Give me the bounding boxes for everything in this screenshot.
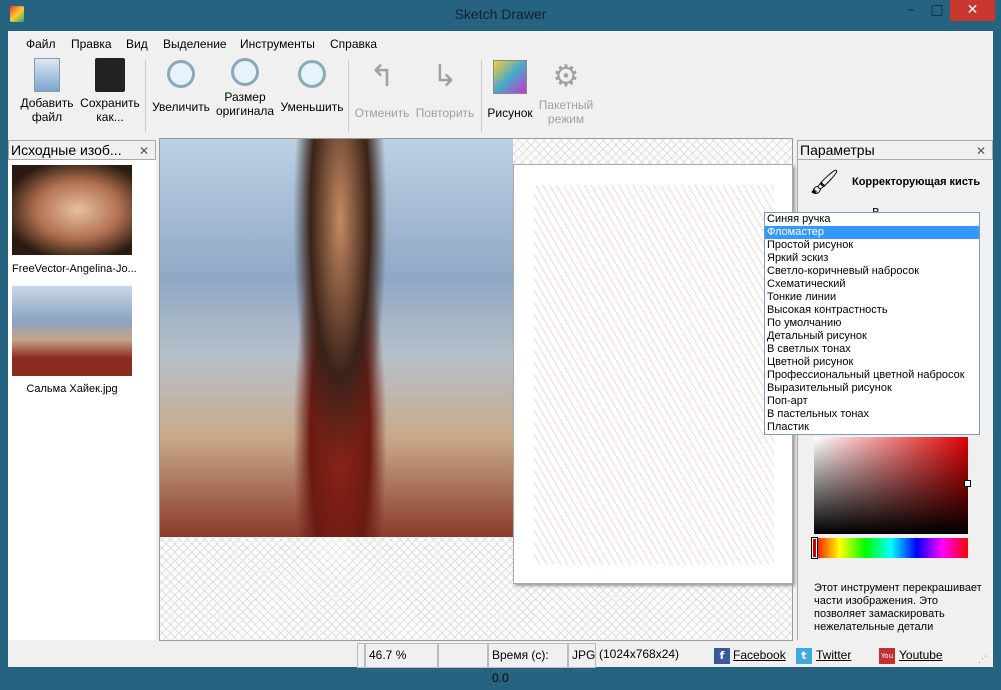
image-dimensions: (1024x768x24) <box>599 647 680 661</box>
dropdown-option[interactable]: Светло-коричневый набросок <box>765 265 979 278</box>
menu-help[interactable]: Справка <box>330 37 377 51</box>
zoom-original-icon <box>231 58 259 86</box>
dropdown-option-selected[interactable]: Фломастер <box>765 226 979 239</box>
canvas-area[interactable] <box>159 138 793 641</box>
color-picker-handle[interactable] <box>964 480 971 487</box>
menu-tools[interactable]: Инструменты <box>240 37 315 51</box>
sketch-result-image <box>513 164 793 584</box>
window-title: Sketch Drawer <box>454 6 547 22</box>
thumbnail-label: FreeVector-Angelina-Jo... <box>12 263 137 275</box>
tool-description: Этот инструмент перекрашивает части изоб… <box>814 582 982 633</box>
dropdown-option[interactable]: В светлых тонах <box>765 343 979 356</box>
title-bar: Sketch Drawer – □ ✕ <box>0 0 1001 31</box>
style-dropdown-list[interactable]: Синяя ручка Фломастер Простой рисунок Яр… <box>764 212 980 435</box>
add-file-icon <box>34 58 60 92</box>
hue-slider[interactable] <box>814 538 968 558</box>
menu-bar: Файл Правка Вид Выделение Инструменты Сп… <box>8 34 993 54</box>
processing-time: Время (с): 0.0 <box>488 643 568 685</box>
maximize-button[interactable]: □ <box>924 0 950 21</box>
panel-header: Параметры ✕ <box>797 140 993 160</box>
portrait-figure <box>280 139 400 537</box>
zoom-in-icon <box>167 60 195 88</box>
facebook-link[interactable]: Facebook <box>733 648 786 662</box>
floppy-icon <box>95 58 125 92</box>
close-icon[interactable]: ✕ <box>976 142 986 160</box>
dropdown-option[interactable]: Выразительный рисунок <box>765 382 979 395</box>
brush-icon: 🖌 <box>809 168 840 196</box>
dropdown-option[interactable]: Цветной рисунок <box>765 356 979 369</box>
close-icon[interactable]: ✕ <box>139 142 149 160</box>
youtube-icon: You <box>879 648 895 664</box>
zoom-level: 46.7 % <box>365 643 438 668</box>
source-images-panel: Исходные изоб... ✕ FreeVector-Angelina-Jo… <box>8 140 156 640</box>
drawing-icon <box>493 60 527 94</box>
menu-edit[interactable]: Правка <box>71 37 112 51</box>
dropdown-option[interactable]: Схематический <box>765 278 979 291</box>
save-as-button[interactable]: Сохранить как... <box>78 58 142 124</box>
thumbnail-image[interactable] <box>12 165 132 255</box>
hue-slider-handle[interactable] <box>811 537 818 559</box>
batch-mode-button[interactable]: ⚙ Пакетный режим <box>536 60 596 126</box>
tool-name: Корректорующая кисть <box>852 176 981 188</box>
redo-button[interactable]: ↳ Повторить <box>412 60 478 120</box>
dropdown-option[interactable]: Синяя ручка <box>765 213 979 226</box>
original-size-button[interactable]: Размер оригинала <box>214 58 276 118</box>
zoom-out-icon <box>298 60 326 88</box>
image-format: JPG <box>568 643 596 668</box>
minimize-button[interactable]: – <box>898 0 924 21</box>
add-file-button[interactable]: Добавить файл <box>16 58 78 124</box>
resize-grip[interactable]: ⋰ <box>978 655 990 665</box>
close-button[interactable]: ✕ <box>950 0 995 21</box>
dropdown-option[interactable]: Яркий эскиз <box>765 252 979 265</box>
original-image <box>160 139 513 537</box>
dropdown-option[interactable]: Поп-арт <box>765 395 979 408</box>
undo-button[interactable]: ↰ Отменить <box>352 60 412 120</box>
gear-icon: ⚙ <box>552 60 580 93</box>
menu-file[interactable]: Файл <box>26 37 56 51</box>
drawing-button[interactable]: Рисунок <box>484 60 536 120</box>
dropdown-option[interactable]: Пластик <box>765 421 979 434</box>
dropdown-option[interactable]: Высокая контрастность <box>765 304 979 317</box>
facebook-icon: f <box>714 648 730 664</box>
redo-icon: ↳ <box>432 60 458 93</box>
thumbnail-image[interactable] <box>12 286 132 376</box>
youtube-link[interactable]: Youtube <box>899 648 943 662</box>
dropdown-option[interactable]: Детальный рисунок <box>765 330 979 343</box>
twitter-icon: t <box>796 648 812 664</box>
menu-view[interactable]: Вид <box>126 37 148 51</box>
dropdown-option[interactable]: Тонкие линии <box>765 291 979 304</box>
panel-header: Исходные изоб... ✕ <box>8 140 156 160</box>
undo-icon: ↰ <box>369 60 395 93</box>
dropdown-option[interactable]: Простой рисунок <box>765 239 979 252</box>
dropdown-option[interactable]: В пастельных тонах <box>765 408 979 421</box>
zoom-in-button[interactable]: Увеличить <box>149 60 213 114</box>
zoom-out-button[interactable]: Уменьшить <box>279 60 345 114</box>
sketch-lines <box>534 185 774 565</box>
menu-selection[interactable]: Выделение <box>163 37 227 51</box>
thumbnail-label: Сальма Хайек.jpg <box>26 383 118 395</box>
twitter-link[interactable]: Twitter <box>816 648 851 662</box>
dropdown-option[interactable]: По умолчанию <box>765 317 979 330</box>
color-saturation-picker[interactable] <box>814 437 968 534</box>
dropdown-option[interactable]: Профессиональный цветной набросок <box>765 369 979 382</box>
